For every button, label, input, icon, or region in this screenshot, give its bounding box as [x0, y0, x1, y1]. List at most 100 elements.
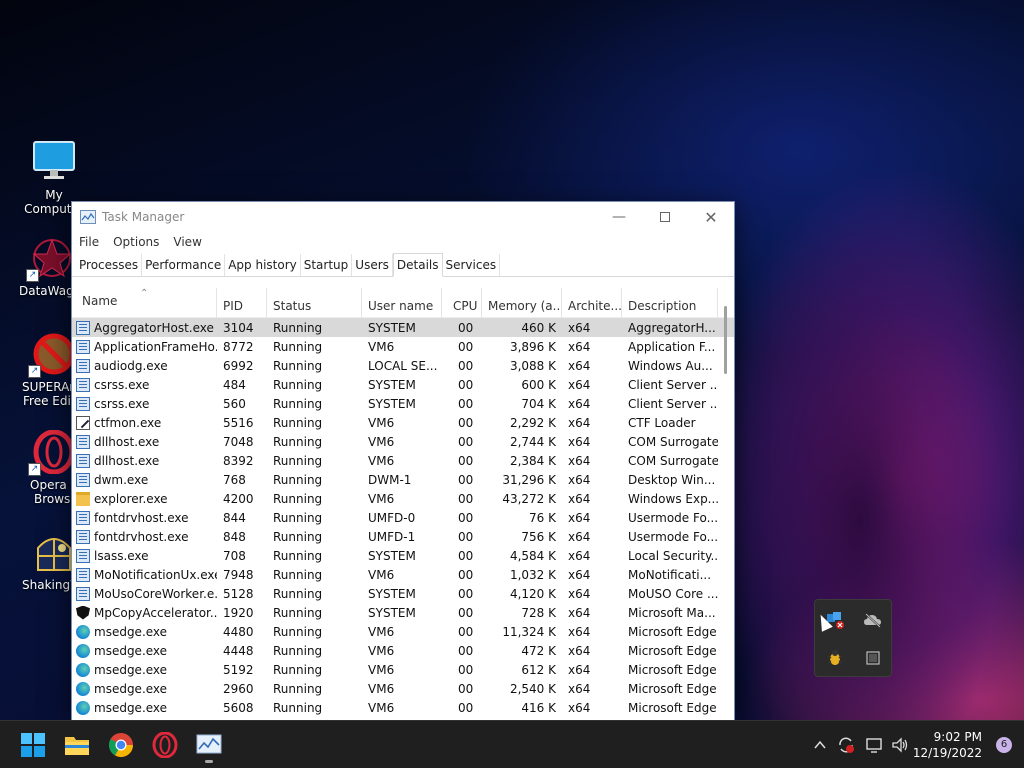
tab-processes[interactable]: Processes: [76, 254, 143, 276]
onedrive-offline-icon[interactable]: [855, 602, 891, 638]
table-row[interactable]: audiodg.exe 6992 Running LOCAL SE... 00 3,088…: [72, 356, 734, 375]
cell-user-name: SYSTEM: [368, 548, 416, 563]
cell-memory: 1,032 K: [509, 567, 556, 582]
cell-name: audiodg.exe: [72, 358, 217, 373]
sync-error-icon[interactable]: [836, 721, 856, 768]
system-clock[interactable]: 9:02 PM 12/19/2022: [913, 729, 982, 761]
window-title: Task Manager: [102, 210, 185, 224]
file-explorer-button[interactable]: [64, 732, 90, 758]
table-row[interactable]: MoUsoCoreWorker.e... 5128 Running SYSTEM 00 4…: [72, 584, 734, 603]
vertical-scrollbar[interactable]: [724, 306, 727, 374]
cell-user-name: SYSTEM: [368, 377, 416, 392]
cell-cpu: 00: [458, 358, 474, 373]
tab-services[interactable]: Services: [443, 254, 501, 276]
menu-options[interactable]: Options: [113, 235, 159, 249]
app-tray-icon[interactable]: [855, 640, 891, 676]
tab-details[interactable]: Details: [392, 253, 443, 277]
process-name: ctfmon.exe: [94, 415, 162, 430]
table-row[interactable]: explorer.exe 4200 Running VM6 00 43,272 K x64 W…: [72, 489, 734, 508]
column-header-status[interactable]: Status: [267, 288, 362, 318]
cell-cpu: 00: [458, 681, 474, 696]
table-row[interactable]: MoNotificationUx.exe 7948 Running VM6 00 1,03…: [72, 565, 734, 584]
task-manager-window[interactable]: Task Manager — ✕ File Options View Proce…: [71, 201, 735, 721]
cell-user-name: VM6: [368, 339, 395, 354]
cell-pid: 5192: [223, 662, 254, 677]
table-row[interactable]: msedge.exe 5192 Running VM6 00 612 K x64 Micros…: [72, 660, 734, 679]
menu-view[interactable]: View: [173, 235, 201, 249]
title-bar[interactable]: Task Manager — ✕: [72, 202, 734, 232]
table-row[interactable]: dwm.exe 768 Running DWM-1 00 31,296 K x64 Deskt…: [72, 470, 734, 489]
menu-file[interactable]: File: [79, 235, 99, 249]
process-window-icon: [76, 377, 90, 392]
column-header-memory[interactable]: Memory (a...: [482, 288, 562, 318]
cell-user-name: UMFD-0: [368, 510, 416, 525]
table-row[interactable]: fontdrvhost.exe 848 Running UMFD-1 00 756 K x6…: [72, 527, 734, 546]
cell-name: fontdrvhost.exe: [72, 510, 217, 525]
task-manager-taskbar-button[interactable]: [196, 732, 222, 763]
column-header-cpu[interactable]: CPU: [442, 288, 482, 318]
table-row[interactable]: csrss.exe 560 Running SYSTEM 00 704 K x64 Clien…: [72, 394, 734, 413]
cell-description: Local Security...: [628, 548, 718, 563]
cell-user-name: SYSTEM: [368, 320, 416, 335]
column-header-pid[interactable]: PID: [217, 288, 267, 318]
process-name: lsass.exe: [94, 548, 149, 563]
table-row[interactable]: msedge.exe 4448 Running VM6 00 472 K x64 Micros…: [72, 641, 734, 660]
table-row[interactable]: msedge.exe 4480 Running VM6 00 11,324 K x64 Mic…: [72, 622, 734, 641]
process-name: MoUsoCoreWorker.e...: [94, 586, 217, 601]
table-row[interactable]: fontdrvhost.exe 844 Running UMFD-0 00 76 K x64…: [72, 508, 734, 527]
table-row[interactable]: AggregatorHost.exe 3104 Running SYSTEM 00 460…: [72, 318, 734, 337]
cell-status: Running: [273, 415, 323, 430]
close-button[interactable]: ✕: [688, 202, 734, 232]
cell-name: dllhost.exe: [72, 434, 217, 449]
tab-app-history[interactable]: App history: [225, 254, 301, 276]
cell-architecture: x64: [568, 472, 591, 487]
cell-user-name: VM6: [368, 434, 395, 449]
tab-performance[interactable]: Performance: [142, 254, 226, 276]
table-row[interactable]: csrss.exe 484 Running SYSTEM 00 600 K x64 Clien…: [72, 375, 734, 394]
tab-users[interactable]: Users: [352, 254, 393, 276]
chrome-button[interactable]: [108, 732, 134, 758]
bug-icon[interactable]: [817, 640, 853, 676]
table-row[interactable]: msedge.exe 5608 Running VM6 00 416 K x64 Micros…: [72, 698, 734, 717]
process-window-icon: [76, 529, 90, 544]
table-row[interactable]: MpCopyAccelerator.... 1920 Running SYSTEM 00…: [72, 603, 734, 622]
cell-architecture: x64: [568, 339, 591, 354]
notification-badge[interactable]: 6: [996, 737, 1012, 753]
cell-architecture: x64: [568, 662, 591, 677]
cell-pid: 1920: [223, 605, 254, 620]
cell-cpu: 00: [458, 529, 474, 544]
tray-chevron-up-icon[interactable]: [812, 721, 828, 768]
ctfmon-icon: [76, 415, 90, 430]
table-row[interactable]: dllhost.exe 8392 Running VM6 00 2,384 K x64 COM…: [72, 451, 734, 470]
cell-status: Running: [273, 396, 323, 411]
tab-strip: Processes Performance App history Startu…: [72, 253, 734, 277]
cell-name: msedge.exe: [72, 624, 217, 639]
network-icon[interactable]: [864, 721, 884, 768]
table-row[interactable]: msedge.exe 2960 Running VM6 00 2,540 K x64 Micr…: [72, 679, 734, 698]
cell-name: msedge.exe: [72, 662, 217, 677]
opera-button[interactable]: [152, 731, 178, 759]
cell-cpu: 00: [458, 339, 474, 354]
cell-memory: 2,384 K: [509, 453, 556, 468]
table-row[interactable]: ctfmon.exe 5516 Running VM6 00 2,292 K x64 CTF …: [72, 413, 734, 432]
volume-icon[interactable]: [890, 721, 910, 768]
maximize-button[interactable]: [642, 202, 688, 232]
taskbar: 9:02 PM 12/19/2022 6: [0, 720, 1024, 768]
cell-cpu: 00: [458, 320, 474, 335]
table-row[interactable]: ApplicationFrameHo... 8772 Running VM6 00 3,8…: [72, 337, 734, 356]
cell-cpu: 00: [458, 491, 474, 506]
column-header-user-name[interactable]: User name: [362, 288, 442, 318]
tab-startup[interactable]: Startup: [301, 254, 353, 276]
table-row[interactable]: lsass.exe 708 Running SYSTEM 00 4,584 K x64 Loc…: [72, 546, 734, 565]
cell-cpu: 00: [458, 586, 474, 601]
process-window-icon: [76, 358, 90, 373]
edge-icon: [76, 624, 90, 639]
column-header-description[interactable]: Description: [622, 288, 718, 318]
table-row[interactable]: dllhost.exe 7048 Running VM6 00 2,744 K x64 COM…: [72, 432, 734, 451]
cell-name: msedge.exe: [72, 643, 217, 658]
cell-status: Running: [273, 567, 323, 582]
column-header-architecture[interactable]: Archite...: [562, 288, 622, 318]
start-button[interactable]: [20, 732, 46, 758]
process-name: csrss.exe: [94, 377, 150, 392]
minimize-button[interactable]: —: [596, 202, 642, 232]
